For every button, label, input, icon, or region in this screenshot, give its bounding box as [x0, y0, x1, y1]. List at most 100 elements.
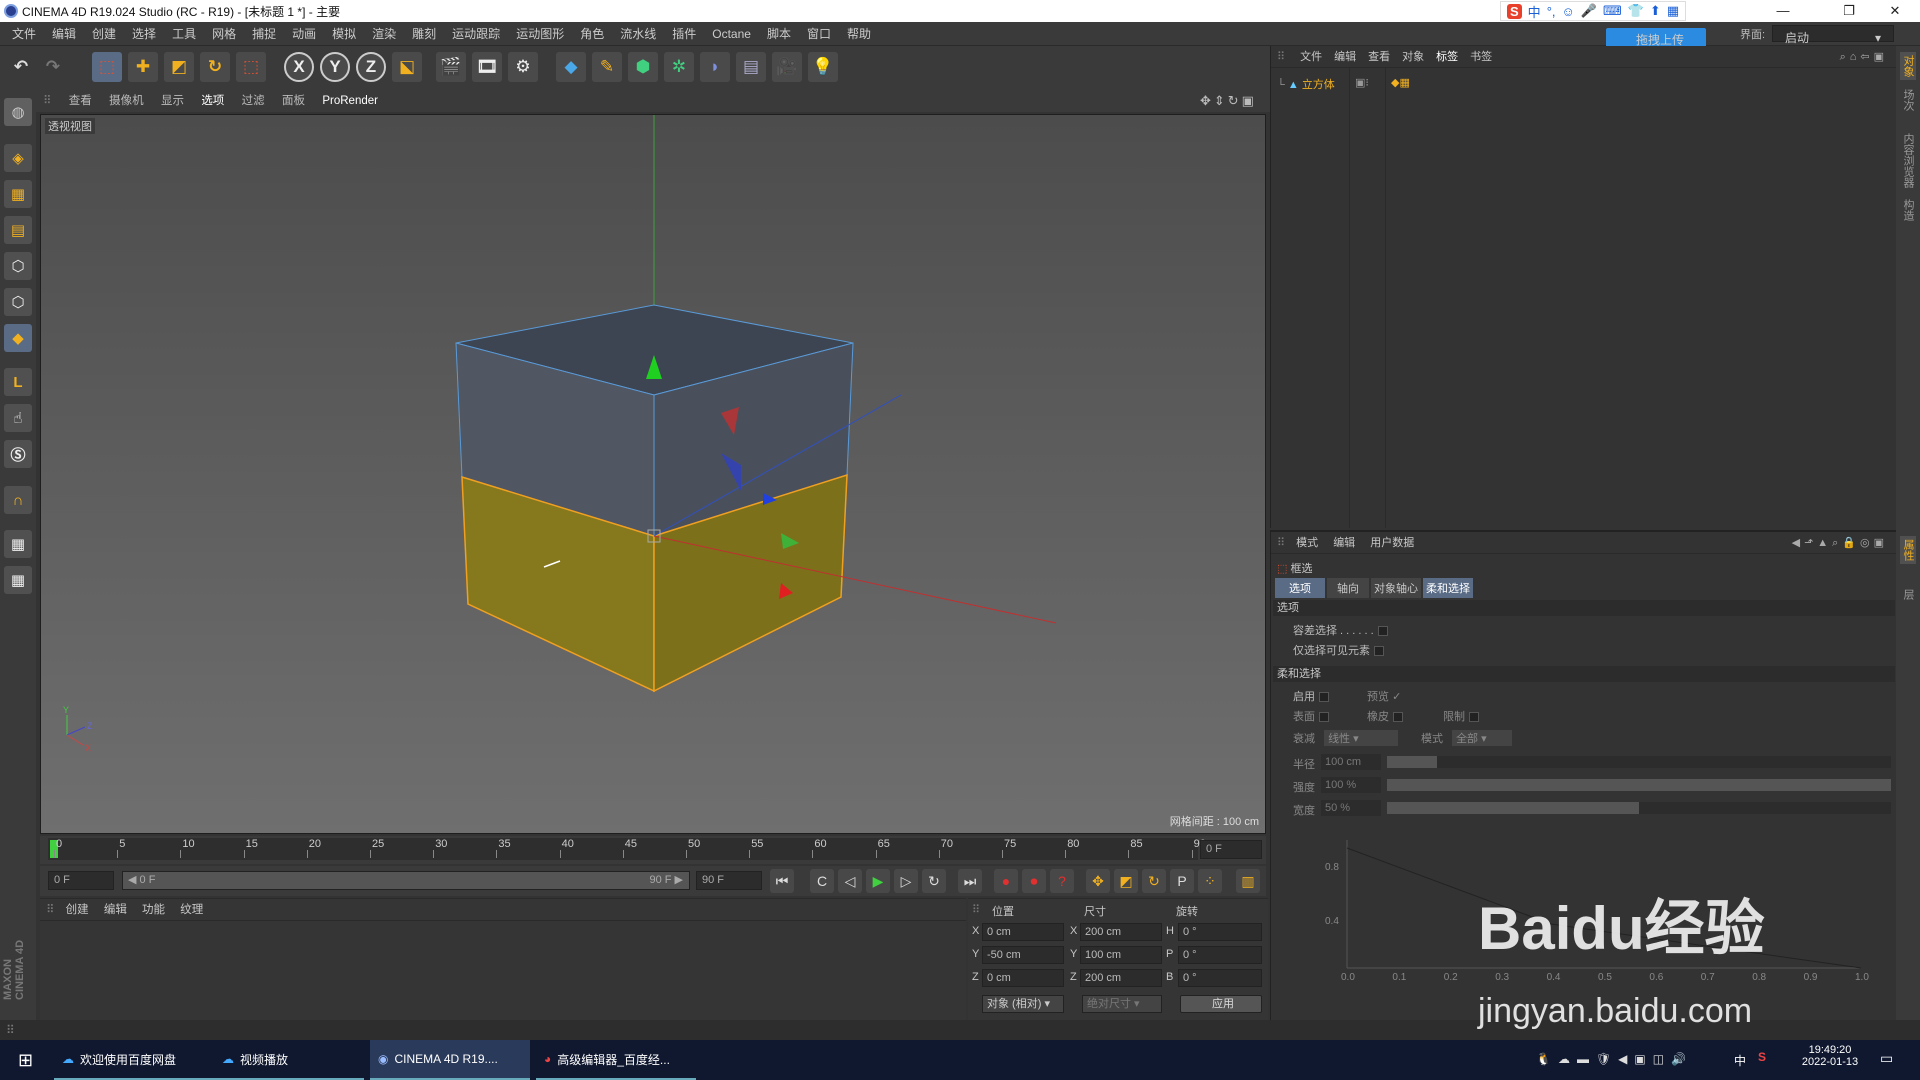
- timeline-window-icon[interactable]: ▥: [1236, 869, 1260, 893]
- attr-menu-mode[interactable]: 模式: [1296, 537, 1318, 549]
- maximize-button[interactable]: ❐: [1826, 0, 1872, 22]
- object-manager-nav-icons[interactable]: ⌕⌂⇦▣: [1840, 46, 1888, 68]
- menu-item[interactable]: 流水线: [612, 22, 664, 46]
- enable-checkbox[interactable]: [1319, 692, 1329, 703]
- viewport-menu-view[interactable]: 查看: [62, 90, 99, 112]
- goto-end-icon[interactable]: ⏭: [958, 869, 982, 893]
- ime-skin-icon[interactable]: 👕: [1628, 3, 1644, 19]
- rotation-p-field[interactable]: 0 °: [1178, 946, 1262, 964]
- axis-mode-icon[interactable]: L: [4, 368, 32, 396]
- material-menu-edit[interactable]: 编辑: [104, 904, 127, 916]
- attr-menu-userdata[interactable]: 用户数据: [1370, 537, 1414, 549]
- menu-item[interactable]: 文件: [4, 22, 44, 46]
- taskbar-cinema4d[interactable]: ◉ CINEMA 4D R19....: [370, 1040, 530, 1080]
- menu-item[interactable]: 窗口: [799, 22, 839, 46]
- viewport-nav-icons[interactable]: ✥⇕↻▣: [1200, 93, 1257, 109]
- tray-ime-label[interactable]: 中: [1734, 1052, 1746, 1069]
- coordinate-system-icon[interactable]: ⬕: [392, 52, 422, 82]
- menu-item[interactable]: 选择: [124, 22, 164, 46]
- render-settings-icon[interactable]: ⚙: [508, 52, 538, 82]
- windows-start-icon[interactable]: ⊞: [10, 1040, 46, 1080]
- live-selection-icon[interactable]: ⬚: [92, 52, 122, 82]
- menu-item[interactable]: 网格: [204, 22, 244, 46]
- side-tab[interactable]: 对象: [1900, 52, 1916, 80]
- cloud-upload-button[interactable]: 拖拽上传: [1606, 28, 1706, 48]
- z-axis-lock-icon[interactable]: Z: [356, 52, 386, 82]
- tweak-mode-icon[interactable]: ☝: [4, 404, 32, 432]
- position-z-field[interactable]: 0 cm: [982, 969, 1064, 987]
- visibility-toggle-icon[interactable]: ▣⁝: [1355, 76, 1369, 89]
- size-z-field[interactable]: 200 cm: [1080, 969, 1162, 987]
- viewport-menu-panel[interactable]: 面板: [275, 90, 312, 112]
- record-key-icon[interactable]: ●: [994, 869, 1018, 893]
- light-icon[interactable]: 💡: [808, 52, 838, 82]
- timeline-ruler[interactable]: 051015202530354045505560657075808590 0 F: [40, 836, 1266, 864]
- object-menu-item[interactable]: 文件: [1300, 51, 1322, 63]
- object-menu-item[interactable]: 查看: [1368, 51, 1390, 63]
- lock-workplane-icon[interactable]: ▦: [4, 530, 32, 558]
- snap-icon[interactable]: Ⓢ: [4, 440, 32, 468]
- check-icon[interactable]: ✓: [1392, 691, 1401, 703]
- prev-keyframe-icon[interactable]: C: [810, 869, 834, 893]
- menu-item[interactable]: 脚本: [759, 22, 799, 46]
- menu-item[interactable]: 捕捉: [244, 22, 284, 46]
- play-icon[interactable]: ▶: [866, 869, 890, 893]
- subdivision-surface-icon[interactable]: ⬢: [628, 52, 658, 82]
- system-tray-icons[interactable]: 🐧☁▬🛡◀▣◫🔊: [1536, 1052, 1693, 1066]
- floor-icon[interactable]: ▤: [736, 52, 766, 82]
- attr-nav-icons[interactable]: ◀⬏▲⌕🔒◎▣: [1792, 532, 1888, 554]
- phong-tag-icon[interactable]: ◆▦: [1391, 76, 1410, 89]
- tab-object-axis[interactable]: 对象轴心: [1371, 578, 1421, 598]
- rotation-h-field[interactable]: 0 °: [1178, 923, 1262, 941]
- visible-only-checkbox[interactable]: [1374, 646, 1384, 657]
- viewport-menu-display[interactable]: 显示: [154, 90, 191, 112]
- side-tab[interactable]: 内容浏览器: [1900, 130, 1916, 191]
- perspective-viewport[interactable]: 透视视图 Y Z X 网格间距 : 100 cm: [40, 114, 1266, 834]
- side-tab[interactable]: 场次: [1900, 86, 1916, 114]
- model-mode-icon[interactable]: ◈: [4, 144, 32, 172]
- rotation-b-field[interactable]: 0 °: [1178, 969, 1262, 987]
- x-axis-lock-icon[interactable]: X: [284, 52, 314, 82]
- workplane-mode-icon[interactable]: ▤: [4, 216, 32, 244]
- camera-icon[interactable]: 🎥: [772, 52, 802, 82]
- prev-frame-icon[interactable]: ◁: [838, 869, 862, 893]
- tab-options[interactable]: 选项: [1275, 578, 1325, 598]
- viewport-menu-filter[interactable]: 过滤: [235, 90, 272, 112]
- size-x-field[interactable]: 200 cm: [1080, 923, 1162, 941]
- next-frame-icon[interactable]: ▷: [894, 869, 918, 893]
- radius-slider[interactable]: [1387, 756, 1891, 768]
- material-menu-function[interactable]: 功能: [142, 904, 165, 916]
- object-menu-item[interactable]: 编辑: [1334, 51, 1356, 63]
- key-scale-icon[interactable]: ◩: [1114, 869, 1138, 893]
- rubber-checkbox[interactable]: [1393, 712, 1403, 723]
- ime-menu-icon[interactable]: ▦: [1667, 3, 1679, 19]
- tab-soft-selection[interactable]: 柔和选择: [1423, 578, 1473, 598]
- end-frame-field[interactable]: 90 F: [696, 871, 762, 890]
- object-menu-item[interactable]: 书签: [1470, 51, 1492, 63]
- material-menu-create[interactable]: 创建: [66, 904, 89, 916]
- size-mode-select[interactable]: 绝对尺寸 ▾: [1082, 995, 1162, 1013]
- material-menu-texture[interactable]: 纹理: [180, 904, 203, 916]
- scale-icon[interactable]: ◩: [164, 52, 194, 82]
- magnet-icon[interactable]: ∩: [4, 486, 32, 514]
- object-tree-item-cube[interactable]: └ ▲ 立方体: [1277, 76, 1335, 92]
- object-menu-item[interactable]: 标签: [1436, 51, 1458, 63]
- notification-icon[interactable]: ▭: [1880, 1050, 1893, 1067]
- key-points-icon[interactable]: ⁘: [1198, 869, 1222, 893]
- key-parameter-icon[interactable]: P: [1170, 869, 1194, 893]
- menu-item[interactable]: 雕刻: [404, 22, 444, 46]
- render-picture-viewer-icon[interactable]: 🎞: [472, 52, 502, 82]
- texture-mode-icon[interactable]: ▦: [4, 180, 32, 208]
- minimize-button[interactable]: —: [1760, 0, 1806, 22]
- points-mode-icon[interactable]: ⬡: [4, 252, 32, 280]
- cloner-icon[interactable]: ✲: [664, 52, 694, 82]
- tab-axis[interactable]: 轴向: [1327, 578, 1369, 598]
- menu-item[interactable]: 模拟: [324, 22, 364, 46]
- deformer-icon[interactable]: ◗: [700, 52, 730, 82]
- side-tab[interactable]: 构造: [1900, 196, 1916, 224]
- ime-emoji-icon[interactable]: ☺: [1562, 4, 1575, 19]
- mode-select[interactable]: 全部 ▾: [1452, 730, 1513, 746]
- undo-icon[interactable]: ↶: [6, 52, 36, 82]
- edges-mode-icon[interactable]: ⬡: [4, 288, 32, 316]
- surface-checkbox[interactable]: [1319, 712, 1329, 723]
